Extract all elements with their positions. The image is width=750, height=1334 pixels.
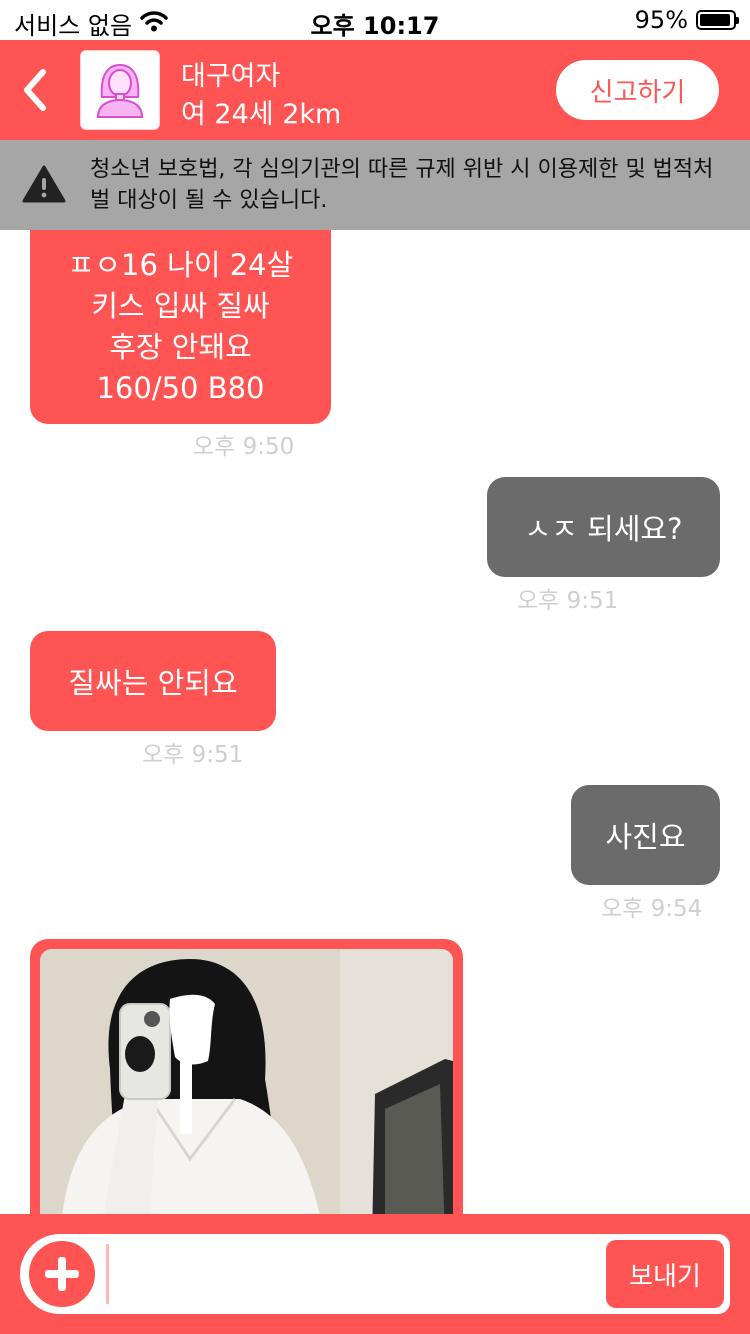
warning-banner: 청소년 보호법, 각 심의기관의 따른 규제 위반 시 이용제한 및 법적처벌 …: [0, 140, 750, 230]
message-time: 오후 9:51: [517, 588, 619, 614]
message-bubble-incoming: 질싸는 안되요: [30, 631, 276, 731]
message-input-bar: 보내기: [0, 1214, 750, 1334]
message-time: 오후 9:51: [142, 742, 244, 768]
message-bubble-outgoing: 사진요: [571, 785, 720, 885]
warning-icon: [22, 164, 66, 208]
status-left: 서비스 없음: [14, 6, 168, 41]
battery-percent: 95%: [634, 6, 688, 34]
message-input[interactable]: [106, 1244, 596, 1304]
message-line: 키스 입싸 질싸: [91, 289, 270, 323]
warning-text: 청소년 보호법, 각 심의기관의 따른 규제 위반 시 이용제한 및 법적처벌 …: [90, 157, 714, 213]
status-right: 95%: [634, 6, 739, 34]
chevron-left-icon: [24, 69, 46, 111]
plus-icon: [45, 1257, 79, 1291]
message-line: 160/50 B80: [96, 371, 265, 405]
attach-button[interactable]: [26, 1238, 98, 1310]
back-button[interactable]: [12, 62, 58, 118]
profile-info: 여 24세 2km: [181, 99, 342, 130]
message-bubble-outgoing: ㅅㅈ 되세요?: [487, 477, 720, 577]
profile-name: 대구여자: [181, 61, 281, 92]
message-time: 오후 9:54: [601, 896, 703, 922]
battery-icon: [696, 10, 739, 30]
photo-image[interactable]: [40, 949, 453, 1214]
report-button[interactable]: 신고하기: [556, 60, 719, 120]
carrier-label: 서비스 없음: [14, 12, 133, 40]
message-image-incoming[interactable]: [30, 939, 463, 1214]
female-user-icon: [96, 63, 144, 118]
message-line: ㅍㅇ16 나이 24살: [67, 248, 294, 282]
message-input-container: 보내기: [20, 1234, 730, 1314]
avatar[interactable]: [80, 50, 160, 130]
wifi-icon: [140, 10, 168, 38]
message-line: 후장 안돼요: [109, 330, 252, 364]
send-button[interactable]: 보내기: [606, 1240, 724, 1308]
chat-messages[interactable]: ㅍㅇ16 나이 24살 키스 입싸 질싸 후장 안돼요 160/50 B80 오…: [0, 230, 750, 1214]
chat-header: 대구여자 여 24세 2km 신고하기: [0, 40, 750, 140]
message-time: 오후 9:50: [193, 434, 295, 460]
message-bubble-incoming: ㅍㅇ16 나이 24살 키스 입싸 질싸 후장 안돼요 160/50 B80: [30, 230, 331, 424]
status-bar: 서비스 없음 오후 10:17 95%: [0, 0, 750, 40]
